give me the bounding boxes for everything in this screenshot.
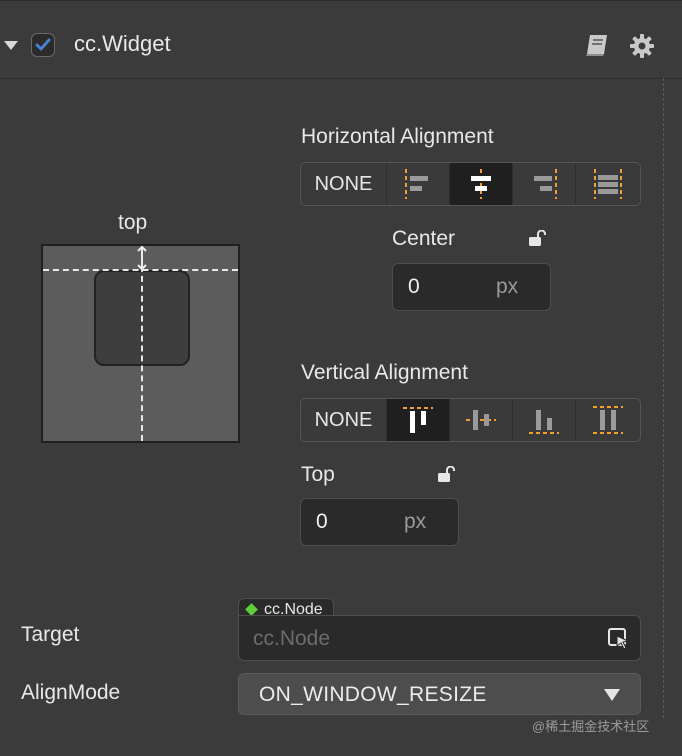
v-align-stretch-button[interactable] <box>576 399 639 441</box>
align-top-icon <box>403 407 433 433</box>
panel-edge <box>663 78 664 718</box>
horizontal-offset-input[interactable]: 0 px <box>392 263 551 311</box>
checkmark-icon <box>35 38 51 51</box>
preview-label: top <box>118 211 148 234</box>
h-align-stretch-button[interactable] <box>576 163 639 205</box>
target-label: Target <box>21 623 80 646</box>
align-left-icon <box>405 169 428 199</box>
align-right-icon <box>534 169 557 199</box>
vertical-field-label: Top <box>301 463 335 486</box>
watermark: @稀土掘金技术社区 <box>532 719 650 734</box>
double-arrow-icon <box>137 246 147 270</box>
target-placeholder: cc.Node <box>253 627 331 650</box>
vertical-offset-input[interactable]: 0 px <box>300 498 459 546</box>
unlock-icon[interactable] <box>528 230 546 246</box>
vertical-offset-value: 0 <box>316 510 328 533</box>
dropdown-arrow-icon <box>604 689 620 701</box>
v-align-none-button[interactable]: NONE <box>301 399 387 441</box>
chevron-down-icon[interactable] <box>4 41 18 50</box>
book-icon[interactable] <box>584 33 610 62</box>
align-center-icon <box>471 169 491 199</box>
h-align-left-button[interactable] <box>387 163 450 205</box>
preview-center-guide <box>141 246 143 441</box>
align-middle-icon <box>466 410 496 430</box>
horizontal-offset-value: 0 <box>408 275 420 298</box>
horizontal-alignment-label: Horizontal Alignment <box>301 125 494 148</box>
align-bottom-icon <box>529 410 559 434</box>
horizontal-alignment-group: NONE <box>300 162 641 206</box>
h-align-center-button[interactable] <box>450 163 513 205</box>
top-border <box>0 0 682 1</box>
align-mode-label: AlignMode <box>21 681 121 704</box>
v-align-top-button[interactable] <box>387 399 450 441</box>
node-picker-icon[interactable] <box>608 628 630 650</box>
align-mode-value: ON_WINDOW_RESIZE <box>259 683 487 706</box>
align-stretch-horizontal-icon <box>593 169 622 199</box>
h-align-none-button[interactable]: NONE <box>301 163 387 205</box>
vertical-alignment-label: Vertical Alignment <box>301 361 468 384</box>
h-align-right-button[interactable] <box>513 163 576 205</box>
target-node-field[interactable]: cc.Node <box>238 615 641 661</box>
component-title: cc.Widget <box>74 31 171 56</box>
header-divider <box>0 78 682 79</box>
horizontal-offset-unit: px <box>496 275 519 298</box>
gear-icon[interactable] <box>629 33 655 64</box>
component-enabled-checkbox[interactable] <box>31 33 55 57</box>
align-mode-select[interactable]: ON_WINDOW_RESIZE <box>238 673 641 715</box>
v-align-middle-button[interactable] <box>450 399 513 441</box>
horizontal-field-label: Center <box>392 227 456 250</box>
unlock-icon[interactable] <box>437 466 455 482</box>
alignment-preview <box>41 244 240 443</box>
align-stretch-vertical-icon <box>592 406 623 434</box>
vertical-offset-unit: px <box>404 510 427 533</box>
node-type-icon <box>245 603 258 616</box>
vertical-alignment-group: NONE <box>300 398 641 442</box>
v-align-bottom-button[interactable] <box>513 399 576 441</box>
